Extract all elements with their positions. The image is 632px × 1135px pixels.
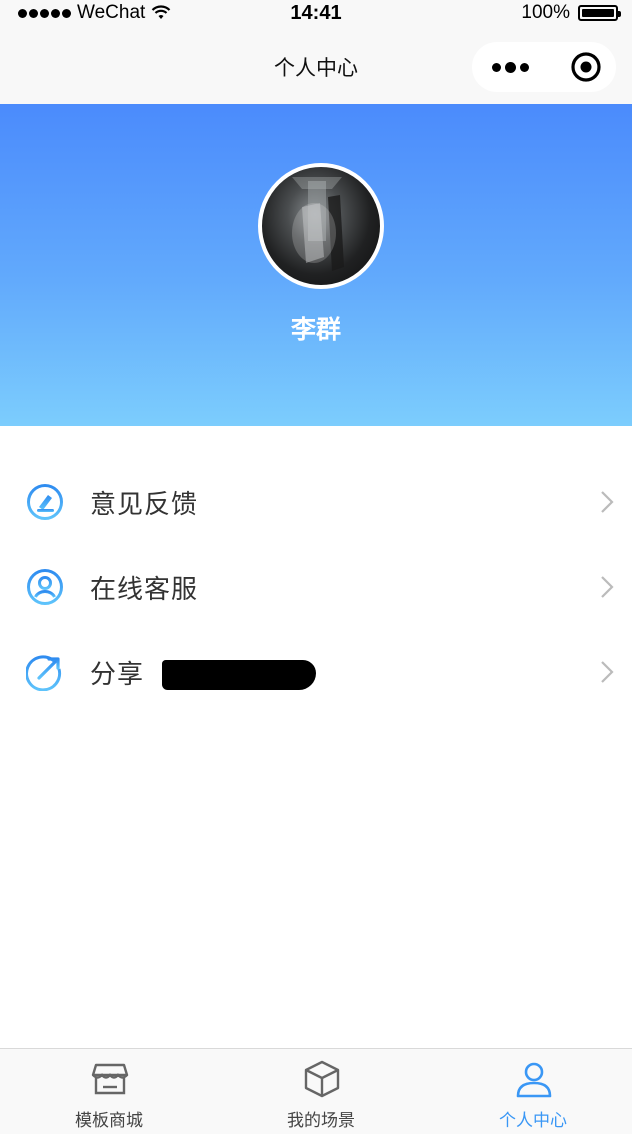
tab-template-shop[interactable]: 模板商城 [4, 1049, 214, 1135]
more-button[interactable] [490, 57, 530, 77]
tab-personal-center[interactable]: 个人中心 [428, 1049, 632, 1135]
avatar-photo [292, 177, 344, 271]
nav-bar: 个人中心 [0, 28, 632, 104]
tab-label-personal-center: 个人中心 [499, 1111, 567, 1131]
profile-header: 李群 [0, 104, 632, 426]
menu-label-share: 分享 [90, 660, 145, 690]
chevron-right-icon [601, 576, 614, 598]
menu-item-feedback[interactable]: 意见反馈 [0, 460, 632, 545]
menu-item-share[interactable]: 分享 [0, 630, 632, 715]
chevron-right-icon [601, 491, 614, 513]
menu-item-customer-service[interactable]: 在线客服 [0, 545, 632, 630]
close-target-icon[interactable] [570, 51, 602, 83]
share-icon [26, 655, 62, 691]
tab-label-my-scenes: 我的场景 [287, 1111, 355, 1131]
tab-bar: 模板商城 我的场景 个人中心 [0, 1048, 632, 1134]
user-name: 李群 [290, 315, 341, 344]
person-icon [516, 1062, 552, 1098]
edit-icon [27, 484, 63, 520]
user-service-icon [27, 569, 63, 605]
status-right: 100% [521, 2, 621, 24]
avatar[interactable] [258, 163, 384, 289]
menu-label-feedback: 意见反馈 [90, 490, 199, 520]
mini-program-capsule [472, 42, 616, 92]
battery-percent: 100% [521, 2, 570, 23]
status-bar: WeChat 14:41 100% [0, 0, 632, 28]
tab-label-template-shop: 模板商城 [75, 1111, 143, 1131]
tab-my-scenes[interactable]: 我的场景 [216, 1049, 426, 1135]
menu-label-customer-service: 在线客服 [90, 575, 199, 605]
battery-icon [578, 5, 621, 21]
redacted-text [162, 660, 316, 690]
shop-icon [91, 1063, 129, 1095]
chevron-right-icon [601, 661, 614, 683]
box-icon [304, 1060, 340, 1098]
menu-list: 意见反馈 在线客服 分享 [0, 460, 632, 715]
